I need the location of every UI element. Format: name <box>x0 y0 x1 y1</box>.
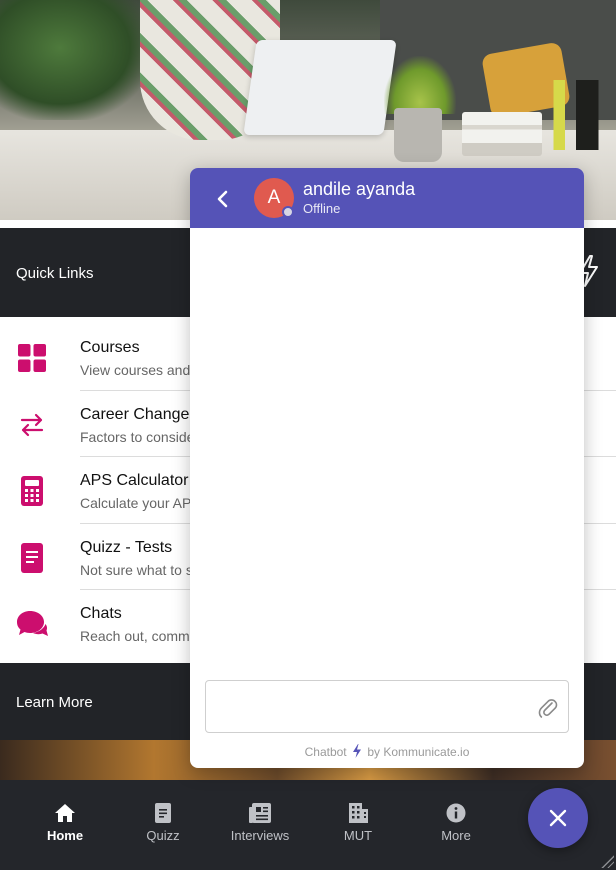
nav-interviews[interactable]: Interviews <box>211 802 309 846</box>
nav-label: More <box>441 828 471 843</box>
close-icon <box>549 809 567 827</box>
bolt-icon <box>352 744 361 758</box>
footer-suffix[interactable]: by Kommunicate.io <box>367 745 469 759</box>
newspaper-icon <box>249 802 271 824</box>
nav-home[interactable]: Home <box>16 802 114 846</box>
message-area <box>190 228 584 668</box>
nav-more[interactable]: More <box>407 802 505 846</box>
chat-header: A andile ayanda Offline <box>190 168 584 228</box>
message-input[interactable] <box>205 680 569 733</box>
nav-label: Interviews <box>230 828 290 843</box>
nav-label: Quizz <box>146 828 180 843</box>
nav-quizz[interactable]: Quizz <box>114 802 212 846</box>
quick-links-title: Quick Links <box>16 265 94 282</box>
paperclip-icon[interactable] <box>538 697 558 719</box>
calculator-icon <box>16 475 48 507</box>
building-icon <box>347 802 369 824</box>
status-dot <box>282 206 294 218</box>
grid-icon <box>16 342 48 374</box>
learn-more-title: Learn More <box>16 694 93 711</box>
info-icon <box>445 802 467 824</box>
back-chevron-icon[interactable] <box>212 188 234 210</box>
swap-arrows-icon <box>16 409 48 441</box>
contact-name: andile ayanda <box>303 179 416 199</box>
close-chat-button[interactable] <box>528 788 588 848</box>
bottom-nav: Home Quizz Interviews MUT More <box>0 780 616 870</box>
footer-prefix: Chatbot <box>304 745 347 759</box>
chat-widget: A andile ayanda Offline Chatbot by Kommu… <box>190 168 584 768</box>
document-icon <box>16 542 48 574</box>
home-icon <box>54 802 76 824</box>
nav-label: MUT <box>343 828 373 843</box>
chat-bubbles-icon <box>16 608 48 640</box>
nav-label: Home <box>46 828 84 843</box>
document-icon <box>152 802 174 824</box>
powered-by: Chatbot by Kommunicate.io <box>190 744 584 759</box>
app-root: Quick Links Courses View courses and Car… <box>0 0 616 870</box>
nav-mut[interactable]: MUT <box>309 802 407 846</box>
contact-status: Offline <box>303 201 341 216</box>
resize-grip[interactable] <box>600 854 614 868</box>
